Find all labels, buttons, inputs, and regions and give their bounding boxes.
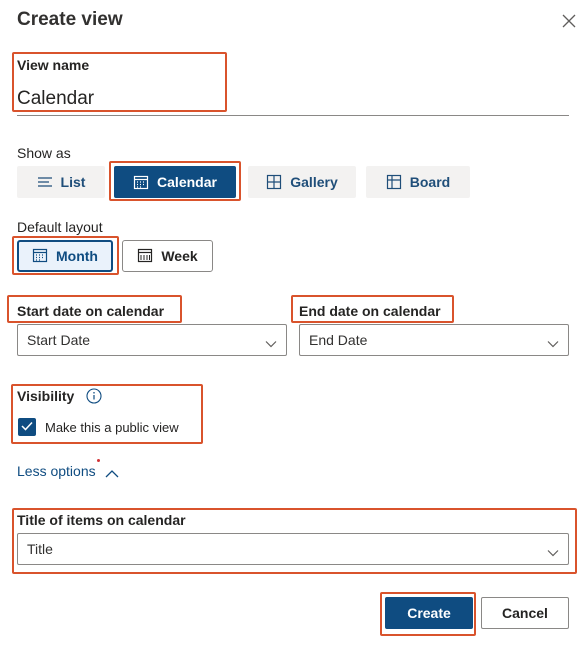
show-as-gallery-button[interactable]: Gallery xyxy=(248,166,356,198)
title-field-dropdown[interactable]: Title xyxy=(17,533,569,565)
show-as-board-button[interactable]: Board xyxy=(366,166,470,198)
visibility-label: Visibility xyxy=(17,388,75,404)
view-name-input[interactable] xyxy=(17,82,569,116)
end-date-value: End Date xyxy=(309,332,368,348)
chevron-down-icon xyxy=(265,335,277,351)
calendar-icon xyxy=(133,174,149,190)
chevron-down-icon xyxy=(547,335,559,351)
close-icon[interactable] xyxy=(559,11,579,31)
show-as-gallery-label: Gallery xyxy=(290,174,338,190)
view-name-label: View name xyxy=(17,57,90,73)
show-as-list-button[interactable]: List xyxy=(17,166,105,198)
layout-month-button[interactable]: Month xyxy=(17,240,113,272)
less-options-link[interactable]: Less options xyxy=(17,463,96,479)
gallery-icon xyxy=(266,174,282,190)
dialog-title: Create view xyxy=(17,9,123,30)
end-date-dropdown[interactable]: End Date xyxy=(299,324,569,356)
show-as-list-label: List xyxy=(60,174,86,190)
show-as-label: Show as xyxy=(17,145,71,161)
start-date-dropdown[interactable]: Start Date xyxy=(17,324,287,356)
title-field-value: Title xyxy=(27,541,53,557)
default-layout-label: Default layout xyxy=(17,219,103,235)
red-dot xyxy=(97,459,100,462)
start-date-label: Start date on calendar xyxy=(17,303,165,319)
start-date-value: Start Date xyxy=(27,332,91,348)
layout-week-label: Week xyxy=(161,248,198,264)
layout-week-button[interactable]: Week xyxy=(122,240,213,272)
public-view-checkbox[interactable] xyxy=(18,418,36,436)
create-button[interactable]: Create xyxy=(385,597,473,629)
calendar-icon xyxy=(137,247,153,266)
chevron-down-icon xyxy=(547,544,559,560)
end-date-label: End date on calendar xyxy=(299,303,441,319)
show-as-calendar-button[interactable]: Calendar xyxy=(114,166,236,198)
info-icon[interactable] xyxy=(86,388,102,409)
public-view-label: Make this a public view xyxy=(45,420,179,435)
list-icon xyxy=(37,176,53,188)
title-field-label: Title of items on calendar xyxy=(17,512,186,528)
layout-month-label: Month xyxy=(56,248,98,264)
cancel-button[interactable]: Cancel xyxy=(481,597,569,629)
create-view-dialog: Create view View name Show as List Calen… xyxy=(0,0,587,645)
show-as-calendar-label: Calendar xyxy=(157,174,217,190)
calendar-icon xyxy=(32,247,48,266)
chevron-up-icon[interactable] xyxy=(105,465,119,483)
checkmark-icon xyxy=(21,418,33,436)
board-icon xyxy=(386,174,402,190)
show-as-board-label: Board xyxy=(409,174,451,190)
